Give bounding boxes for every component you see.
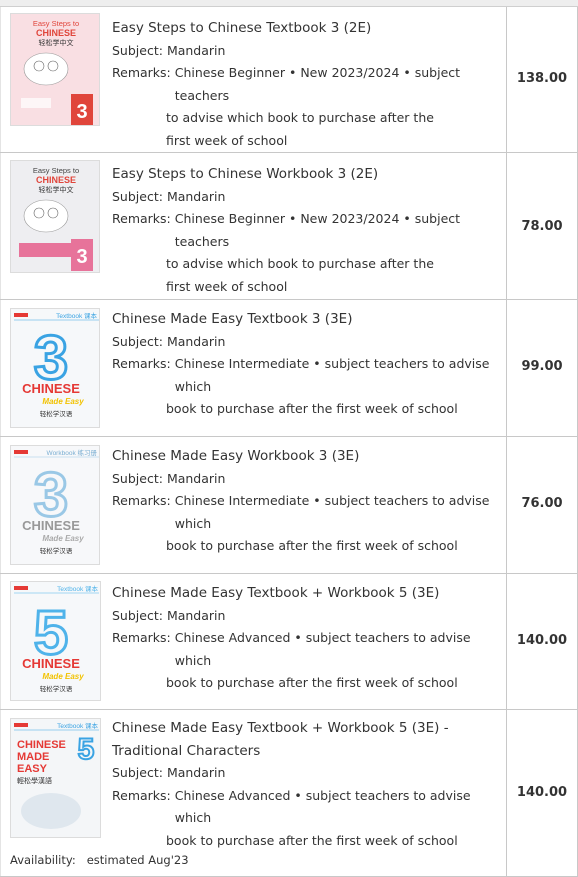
subject-value: Mandarin [166,470,226,486]
book-cover-image[interactable]: Workbook 练习册 3 CHINESE Made Easy 轻松学汉语 [10,445,100,565]
product-title[interactable]: Easy Steps to Chinese Textbook 3 (2E) [112,17,500,40]
cover-kind: Textbook 课本 [57,584,98,593]
cover-brand-line: EASY [17,763,48,775]
remarks-label: Remarks: [112,787,171,803]
cover-kind: Textbook 课本 [56,311,97,320]
cover-brand: CHINESE [36,175,76,185]
cover-brand-line: CHINESE [17,739,66,751]
cover-cn: 輕松學漢語 [17,776,52,785]
subject-value: Mandarin [166,42,226,58]
table-row: Textbook 课本 CHINESE MADE EASY 5 輕松學漢語 Ch… [0,710,578,877]
remarks-line: Chinese Advanced • subject teachers to a… [174,630,471,668]
book-cover-image[interactable]: Easy Steps to CHINESE 轻松学中文 3 [10,13,100,126]
cover-cn: 轻松学汉语 [40,546,73,555]
remarks-line: book to purchase after the first week of… [166,538,458,553]
remarks-label: Remarks: [112,630,171,645]
table-row: Workbook 练习册 3 CHINESE Made Easy 轻松学汉语 C… [0,437,578,574]
remarks-line: book to purchase after the first week of… [166,675,458,690]
subject-value: Mandarin [166,765,226,780]
table-top-border [0,0,578,7]
remarks-label: Remarks: [112,356,171,371]
price: 138.00 [516,71,568,86]
book-cover-image[interactable]: Textbook 课本 CHINESE MADE EASY 5 輕松學漢語 [10,718,101,838]
table-row: Textbook 课本 5 CHINESE Made Easy 轻松学汉语 Ch… [0,574,578,710]
product-title[interactable]: Chinese Made Easy Workbook 3 (3E) [112,445,500,468]
cover-cn: 轻松学汉语 [40,684,73,693]
price: 99.00 [521,359,563,374]
subject-label: Subject: [112,333,163,349]
book-cover-art: Easy Steps to CHINESE 轻松学中文 3 [11,161,99,272]
cover-cn: 轻松学中文 [39,185,74,194]
remarks-line: first week of school [166,132,288,148]
table-row: Easy Steps to CHINESE 轻松学中文 3 Easy Steps… [0,153,578,300]
subject-label: Subject: [112,607,163,623]
availability: Availability: estimated Aug'23 [10,853,189,867]
cover-brand: CHINESE [36,28,76,38]
cover-brand: CHINESE [22,656,80,671]
availability-label: Availability: [10,853,76,867]
book-cover-art: Textbook 课本 3 CHINESE Made Easy 轻松学汉语 [11,309,99,427]
cover-brand: CHINESE [22,381,80,396]
remarks-line: Chinese Intermediate • subject teachers … [174,356,490,394]
cover-cn: 轻松学中文 [39,38,74,47]
product-title[interactable]: Chinese Made Easy Textbook 3 (3E) [112,308,500,331]
price: 140.00 [516,785,568,800]
product-title-cont[interactable]: Traditional Characters [112,740,500,763]
remarks-line: to advise which book to purchase after t… [166,256,434,271]
cover-kind: Textbook 课本 [57,721,98,730]
remarks-line: Chinese Beginner • New 2023/2024 • subje… [174,211,461,249]
cover-top-text: Easy Steps to [33,166,79,175]
price: 78.00 [521,219,563,234]
cover-brand: CHINESE [22,518,80,533]
book-cover-art: Textbook 课本 5 CHINESE Made Easy 轻松学汉语 [11,582,100,700]
remarks-line: Chinese Beginner • New 2023/2024 • subje… [174,65,461,103]
remarks-label: Remarks: [112,65,171,80]
price: 140.00 [516,633,568,648]
remarks-line: Chinese Intermediate • subject teachers … [174,493,490,531]
remarks-line: to advise which book to purchase after t… [166,110,434,125]
cover-cn: 轻松学汉语 [40,409,73,418]
book-cover-art: Easy Steps to CHINESE 轻松学中文 3 [11,14,99,125]
cover-brand-line: MADE [17,751,49,763]
availability-value: estimated Aug'23 [86,853,189,867]
cover-sub: Made Easy [42,534,84,543]
remarks-line: Chinese Advanced • subject teachers to a… [174,787,471,826]
subject-value: Mandarin [166,607,226,623]
subject-value: Mandarin [166,188,226,204]
book-cover-art: Workbook 练习册 3 CHINESE Made Easy 轻松学汉语 [11,446,99,564]
cover-sub: Made Easy [42,397,84,406]
subject-label: Subject: [112,188,163,204]
book-cover-art: Textbook 课本 CHINESE MADE EASY 5 輕松學漢語 [11,719,100,837]
subject-label: Subject: [112,765,163,780]
remarks-line: book to purchase after the first week of… [166,401,458,416]
cover-top-text: Easy Steps to [33,19,79,28]
product-title[interactable]: Easy Steps to Chinese Workbook 3 (2E) [112,163,500,186]
remarks-label: Remarks: [112,493,171,508]
remarks-line: book to purchase after the first week of… [166,832,458,848]
price: 76.00 [521,496,563,511]
product-title[interactable]: Chinese Made Easy Textbook + Workbook 5 … [112,717,500,740]
cover-number: 3 [76,246,87,268]
remarks-label: Remarks: [112,211,171,226]
cover-kind: Workbook 练习册 [47,448,98,457]
cover-number: 3 [76,101,87,123]
subject-value: Mandarin [166,333,226,349]
book-cover-image[interactable]: Textbook 课本 5 CHINESE Made Easy 轻松学汉语 [10,581,101,701]
book-cover-image[interactable]: Easy Steps to CHINESE 轻松学中文 3 [10,160,100,273]
subject-label: Subject: [112,470,163,486]
subject-label: Subject: [112,42,163,58]
table-row: Easy Steps to CHINESE 轻松学中文 3 Easy Steps… [0,7,578,153]
cover-sub: Made Easy [42,672,84,681]
product-title[interactable]: Chinese Made Easy Textbook + Workbook 5 … [112,582,500,605]
table-row: Textbook 课本 3 CHINESE Made Easy 轻松学汉语 Ch… [0,300,578,437]
remarks-line: first week of school [166,278,288,294]
cover-number: 5 [78,733,95,766]
book-cover-image[interactable]: Textbook 课本 3 CHINESE Made Easy 轻松学汉语 [10,308,100,428]
